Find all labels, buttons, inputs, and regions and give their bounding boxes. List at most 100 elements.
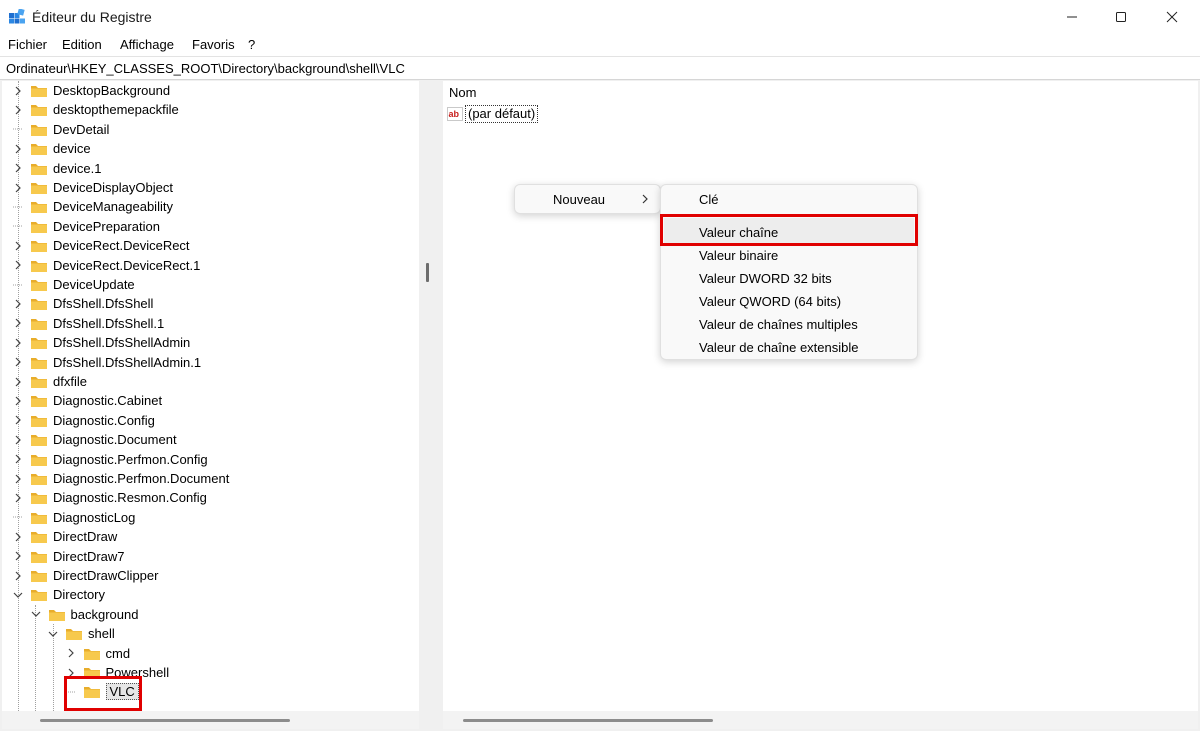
chevron-right-icon[interactable]: [12, 317, 24, 329]
registry-editor-icon: [9, 8, 25, 25]
menu-help[interactable]: ?: [248, 37, 255, 52]
menu-favoris[interactable]: Favoris: [192, 37, 235, 52]
tree-item-desktopbackground[interactable]: DesktopBackground: [12, 81, 170, 100]
submenu-valeur-extensible[interactable]: Valeur de chaîne extensible: [699, 340, 858, 355]
chevron-right-icon[interactable]: [12, 434, 24, 446]
tree-item-dfsshell-dfsshell-1[interactable]: DfsShell.DfsShell.1: [12, 314, 164, 333]
context-menu: Nouveau: [514, 184, 661, 214]
folder-icon: [30, 453, 48, 466]
tree-item-directdraw[interactable]: DirectDraw: [12, 527, 117, 546]
tree-item-directdraw7[interactable]: DirectDraw7: [12, 547, 125, 566]
chevron-right-icon[interactable]: [12, 240, 24, 252]
pane-splitter[interactable]: [426, 263, 429, 282]
chevron-right-icon[interactable]: [12, 531, 24, 543]
tree-item-devicepreparation[interactable]: DevicePreparation: [12, 217, 160, 236]
chevron-right-icon[interactable]: [12, 570, 24, 582]
tree-item-label: Diagnostic.Resmon.Config: [53, 490, 207, 506]
address-bar[interactable]: Ordinateur\HKEY_CLASSES_ROOT\Directory\b…: [0, 56, 1200, 80]
minimize-button[interactable]: [1048, 0, 1096, 34]
tree-item-label: DeviceUpdate: [53, 277, 135, 292]
tree-item-devicerect-devicerect-1[interactable]: DeviceRect.DeviceRect.1: [12, 256, 200, 275]
values-scrollbar-thumb[interactable]: [463, 719, 713, 722]
chevron-down-icon[interactable]: [47, 628, 59, 640]
chevron-right-icon[interactable]: [12, 376, 24, 388]
folder-icon: [30, 491, 48, 505]
values-pane[interactable]: Nom ab (par défaut): [443, 81, 1198, 711]
submenu-cle[interactable]: Clé: [699, 192, 719, 207]
chevron-right-icon[interactable]: [12, 356, 24, 368]
maximize-button[interactable]: [1097, 0, 1145, 34]
tree-item-dfxfile[interactable]: dfxfile: [12, 372, 87, 391]
chevron-right-icon[interactable]: [12, 473, 24, 485]
vlc-highlight-box: [64, 676, 142, 711]
folder-icon: [30, 588, 48, 602]
tree-item-deviceupdate[interactable]: DeviceUpdate: [12, 275, 135, 294]
tree-item-dfsshell-dfsshelladmin-1[interactable]: DfsShell.DfsShellAdmin.1: [12, 353, 201, 372]
tree-item-label: Diagnostic.Perfmon.Document: [53, 471, 230, 486]
values-horizontal-scrollbar[interactable]: [443, 711, 1198, 729]
column-header-nom[interactable]: Nom: [449, 85, 476, 100]
tree-item-devdetail[interactable]: DevDetail: [12, 120, 109, 139]
registry-tree[interactable]: DesktopBackground desktopthemepackfile Dev…: [2, 81, 419, 711]
folder-icon: [30, 142, 48, 156]
tree-item-diagnostic-document[interactable]: Diagnostic.Document: [12, 430, 177, 449]
tree-item-label: DiagnosticLog: [53, 509, 136, 525]
chevron-down-icon[interactable]: [30, 608, 42, 620]
tree-item-diagnosticlog[interactable]: DiagnosticLog: [12, 508, 135, 527]
tree-item-diagnostic-cabinet[interactable]: Diagnostic.Cabinet: [12, 391, 162, 410]
chevron-right-icon[interactable]: [12, 395, 24, 407]
tree-item-label: DevDetail: [53, 121, 110, 137]
tree-horizontal-scrollbar[interactable]: [2, 711, 419, 729]
tree-item-cmd[interactable]: cmd: [65, 644, 130, 663]
chevron-right-icon[interactable]: [12, 492, 24, 504]
tree-item-desktopthemepackfile[interactable]: desktopthemepackfile: [12, 100, 179, 119]
submenu-valeur-dword[interactable]: Valeur DWORD 32 bits: [699, 271, 832, 286]
tree-item-shell[interactable]: shell: [47, 624, 115, 643]
folder-icon: [30, 433, 48, 447]
chevron-right-icon[interactable]: [12, 337, 24, 349]
tree-item-dfsshell-dfsshelladmin[interactable]: DfsShell.DfsShellAdmin: [12, 333, 190, 352]
tree-item-devicerect-devicerect[interactable]: DeviceRect.DeviceRect: [12, 236, 190, 255]
minimize-icon: [1067, 16, 1077, 18]
chevron-right-icon[interactable]: [12, 85, 24, 97]
address-path[interactable]: Ordinateur\HKEY_CLASSES_ROOT\Directory\b…: [6, 61, 405, 76]
chevron-right-icon[interactable]: [12, 259, 24, 271]
menu-fichier[interactable]: Fichier: [8, 37, 47, 52]
chevron-right-icon[interactable]: [12, 162, 24, 174]
tree-item-device[interactable]: device: [12, 139, 91, 158]
close-button[interactable]: [1148, 0, 1196, 34]
chevron-right-icon[interactable]: [12, 104, 24, 116]
tree-item-diagnostic-perfmon-config[interactable]: Diagnostic.Perfmon.Config: [12, 450, 208, 469]
window-title: Éditeur du Registre: [32, 9, 152, 25]
chevron-down-icon[interactable]: [12, 589, 24, 601]
chevron-right-icon[interactable]: [12, 143, 24, 155]
tree-item-devicemanageability[interactable]: DeviceManageability: [12, 197, 173, 216]
tree-item-diagnostic-perfmon-document[interactable]: Diagnostic.Perfmon.Document: [12, 469, 229, 488]
menu-edition[interactable]: Edition: [62, 37, 102, 52]
folder-icon: [30, 84, 48, 97]
tree-scrollbar-thumb[interactable]: [40, 719, 290, 722]
tree-item-label: background: [70, 606, 139, 622]
submenu-valeur-binaire[interactable]: Valeur binaire: [699, 248, 778, 263]
chevron-right-icon[interactable]: [12, 550, 24, 562]
chevron-right-icon[interactable]: [12, 453, 24, 465]
tree-item-directdrawclipper[interactable]: DirectDrawClipper: [12, 566, 158, 585]
chevron-right-icon[interactable]: [12, 182, 24, 194]
tree-item-diagnostic-resmon-config[interactable]: Diagnostic.Resmon.Config: [12, 488, 207, 507]
default-value-row[interactable]: ab (par défaut): [447, 104, 539, 124]
folder-icon: [30, 569, 48, 582]
tree-item-dfsshell-dfsshell[interactable]: DfsShell.DfsShell: [12, 294, 153, 313]
menu-nouveau[interactable]: Nouveau: [553, 192, 605, 207]
chevron-right-icon[interactable]: [12, 414, 24, 426]
tree-item-background[interactable]: background: [30, 605, 139, 624]
submenu-valeur-multiples[interactable]: Valeur de chaînes multiples: [699, 317, 858, 332]
tree-item-devicedisplayobject[interactable]: DeviceDisplayObject: [12, 178, 173, 197]
submenu-valeur-qword[interactable]: Valeur QWORD (64 bits): [699, 294, 841, 309]
tree-item-device-1[interactable]: device.1: [12, 159, 101, 178]
valeur-chaine-highlight-box: [660, 214, 918, 246]
tree-item-diagnostic-config[interactable]: Diagnostic.Config: [12, 411, 155, 430]
chevron-right-icon[interactable]: [65, 647, 77, 659]
menu-affichage[interactable]: Affichage: [120, 37, 174, 52]
chevron-right-icon[interactable]: [12, 298, 24, 310]
tree-item-directory[interactable]: Directory: [12, 585, 105, 604]
